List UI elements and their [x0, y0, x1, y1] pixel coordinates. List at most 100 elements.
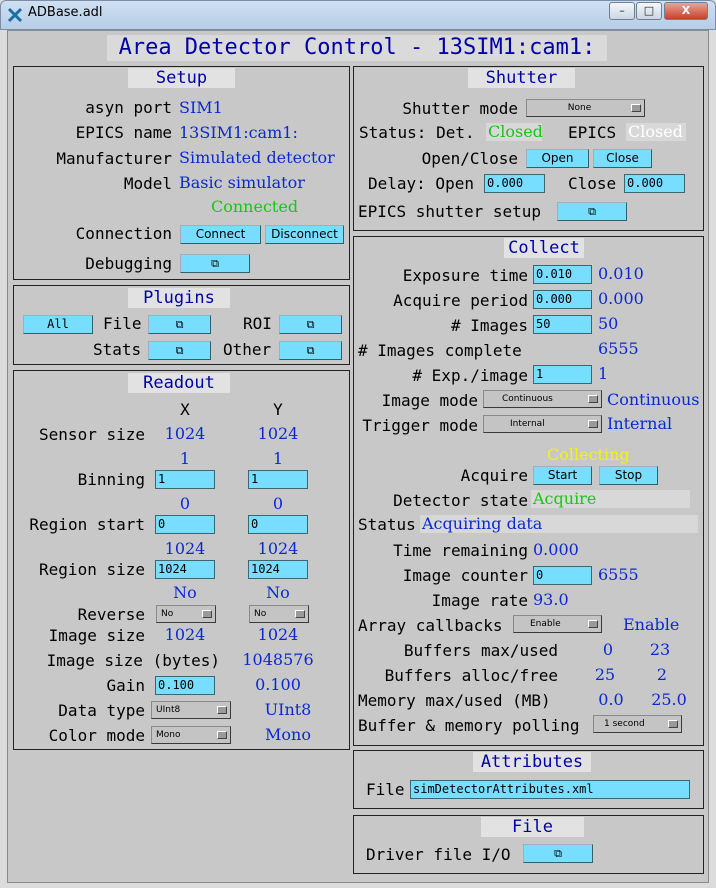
acquire-period-input[interactable]: 0.000 [533, 290, 592, 309]
menu-indicator-icon [295, 610, 305, 618]
plugins-all-button[interactable]: All [23, 315, 93, 334]
binning-y-input[interactable]: 1 [248, 470, 308, 489]
shutter-close-button[interactable]: Close [593, 149, 652, 168]
related-display-icon: ⧉ [175, 344, 184, 357]
image-size-x: 1024 [164, 625, 206, 644]
maximize-button[interactable]: □ [636, 2, 662, 20]
trigger-mode-menu[interactable]: Internal [483, 415, 602, 433]
image-counter-input[interactable]: 0 [533, 566, 592, 585]
binning-x-input[interactable]: 1 [155, 470, 215, 489]
gain-input[interactable]: 0.100 [155, 676, 215, 695]
num-images-readback: 50 [598, 314, 619, 333]
time-remaining-value: 0.000 [533, 540, 579, 559]
epics-shutter-setup-button[interactable]: ⧉ [557, 202, 627, 221]
menu-indicator-icon [588, 395, 598, 403]
plugins-roi-label: ROI [243, 314, 272, 333]
shutter-mode-menu[interactable]: None [526, 99, 645, 117]
buffer-polling-menu-value: 1 second [604, 719, 645, 729]
acquire-stop-button[interactable]: Stop [599, 466, 658, 485]
related-display-icon: ⧉ [588, 205, 596, 218]
trigger-mode-menu-value: Internal [510, 419, 545, 429]
delay-close-input[interactable]: 0.000 [624, 174, 685, 193]
related-display-icon: ⧉ [306, 344, 315, 357]
reverse-x-menu[interactable]: No [156, 605, 216, 623]
delay-open-input[interactable]: 0.000 [484, 174, 545, 193]
driver-file-io-label: Driver file I/O [366, 845, 511, 864]
region-size-y-input[interactable]: 1024 [248, 560, 308, 579]
menu-indicator-icon [202, 610, 212, 618]
exposure-time-label: Exposure time [402, 266, 528, 285]
related-display-icon: ⧉ [554, 847, 562, 860]
menu-indicator-icon [588, 620, 598, 628]
shutter-det-status: Closed [486, 122, 543, 141]
plugins-other-label: Other [223, 340, 272, 359]
epics-name-label: EPICS name [75, 123, 172, 142]
array-callbacks-menu[interactable]: Enable [513, 615, 602, 633]
data-type-menu[interactable]: UInt8 [151, 701, 231, 719]
array-callbacks-readback: Enable [623, 615, 680, 634]
region-size-x-readback: 1024 [164, 539, 206, 558]
buffer-polling-menu[interactable]: 1 second [593, 715, 682, 733]
reverse-y-menu[interactable]: No [249, 605, 309, 623]
array-callbacks-label: Array callbacks [358, 616, 503, 635]
exp-per-image-input[interactable]: 1 [533, 365, 592, 384]
status-label: Status [358, 515, 416, 534]
delay-close-label: Close [568, 174, 617, 193]
buffers-alloc-value: 25 [594, 665, 616, 684]
minimize-button[interactable]: – [609, 2, 635, 20]
shutter-mode-menu-value: None [567, 103, 592, 113]
reverse-x-menu-value: No [161, 609, 174, 619]
menu-indicator-icon [217, 706, 227, 714]
debugging-related-display[interactable]: ⧉ [180, 254, 250, 273]
page-title: Area Detector Control - 13SIM1:cam1: [107, 35, 607, 61]
binning-x-readback: 1 [179, 449, 191, 468]
region-start-y-readback: 0 [272, 494, 284, 513]
array-callbacks-menu-value: Enable [530, 619, 561, 629]
attributes-file-label: File [366, 780, 405, 799]
plugins-other-button[interactable]: ⧉ [279, 341, 342, 360]
binning-label: Binning [77, 470, 145, 489]
exp-per-image-label: # Exp./image [412, 366, 528, 385]
collecting-status: Collecting [547, 445, 630, 464]
detector-state-value: Acquire [531, 490, 690, 508]
gain-label: Gain [106, 676, 145, 695]
setup-heading: Setup [128, 68, 235, 88]
attributes-file-input[interactable]: simDetectorAttributes.xml [410, 780, 690, 799]
image-mode-label: Image mode [381, 391, 478, 410]
buffers-max-value: 0 [602, 640, 614, 659]
buffers-free-value: 2 [656, 665, 668, 684]
num-images-input[interactable]: 50 [533, 315, 592, 334]
sensor-size-x: 1024 [164, 424, 206, 443]
collect-heading: Collect [504, 238, 584, 258]
image-size-label: Image size [48, 626, 145, 645]
image-counter-readback: 6555 [598, 565, 639, 584]
readout-x-header: X [180, 400, 190, 419]
plugins-roi-button[interactable]: ⧉ [279, 315, 342, 334]
color-mode-menu[interactable]: Mono [151, 726, 231, 744]
acquire-period-label: Acquire period [393, 291, 528, 310]
shutter-open-button[interactable]: Open [526, 149, 589, 168]
reverse-label: Reverse [77, 605, 145, 624]
driver-file-io-button[interactable]: ⧉ [523, 844, 593, 863]
reverse-x-readback: No [173, 583, 197, 602]
shutter-status-label: Status: Det. [359, 123, 475, 142]
region-size-x-input[interactable]: 1024 [155, 560, 215, 579]
region-start-y-input[interactable]: 0 [248, 515, 308, 534]
connect-button[interactable]: Connect [180, 225, 261, 244]
image-size-bytes-label: Image size (bytes) [46, 651, 220, 670]
plugins-stats-button[interactable]: ⧉ [148, 341, 211, 360]
exposure-time-input[interactable]: 0.010 [533, 265, 592, 284]
exposure-time-readback: 0.010 [598, 264, 644, 283]
close-window-button[interactable]: X [664, 2, 708, 20]
acquire-start-button[interactable]: Start [533, 466, 592, 485]
debugging-label: Debugging [85, 254, 172, 273]
images-complete-label: # Images complete [358, 341, 522, 360]
image-mode-menu[interactable]: Continuous [483, 390, 602, 408]
disconnect-button[interactable]: Disconnect [265, 225, 344, 244]
shutter-heading: Shutter [468, 68, 575, 88]
binning-y-readback: 1 [272, 449, 284, 468]
shutter-epics-label: EPICS [568, 123, 617, 142]
manufacturer-value: Simulated detector [179, 148, 335, 167]
region-start-x-input[interactable]: 0 [155, 515, 215, 534]
plugins-file-button[interactable]: ⧉ [148, 315, 211, 334]
